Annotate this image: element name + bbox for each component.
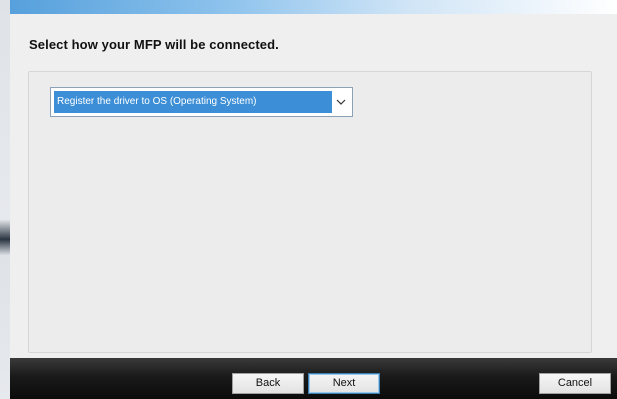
dropdown-selected-value: Register the driver to OS (Operating Sys…	[54, 91, 332, 113]
back-button[interactable]: Back	[232, 373, 304, 394]
connection-type-dropdown[interactable]: Register the driver to OS (Operating Sys…	[50, 87, 353, 117]
next-button[interactable]: Next	[308, 373, 380, 394]
cancel-button[interactable]: Cancel	[539, 373, 611, 394]
page-title: Select how your MFP will be connected.	[29, 37, 279, 52]
installer-dialog: Select how your MFP will be connected. R…	[10, 0, 617, 399]
title-bar-strip	[10, 0, 617, 14]
background-window-edge	[0, 0, 10, 399]
chevron-down-icon[interactable]	[332, 91, 350, 113]
